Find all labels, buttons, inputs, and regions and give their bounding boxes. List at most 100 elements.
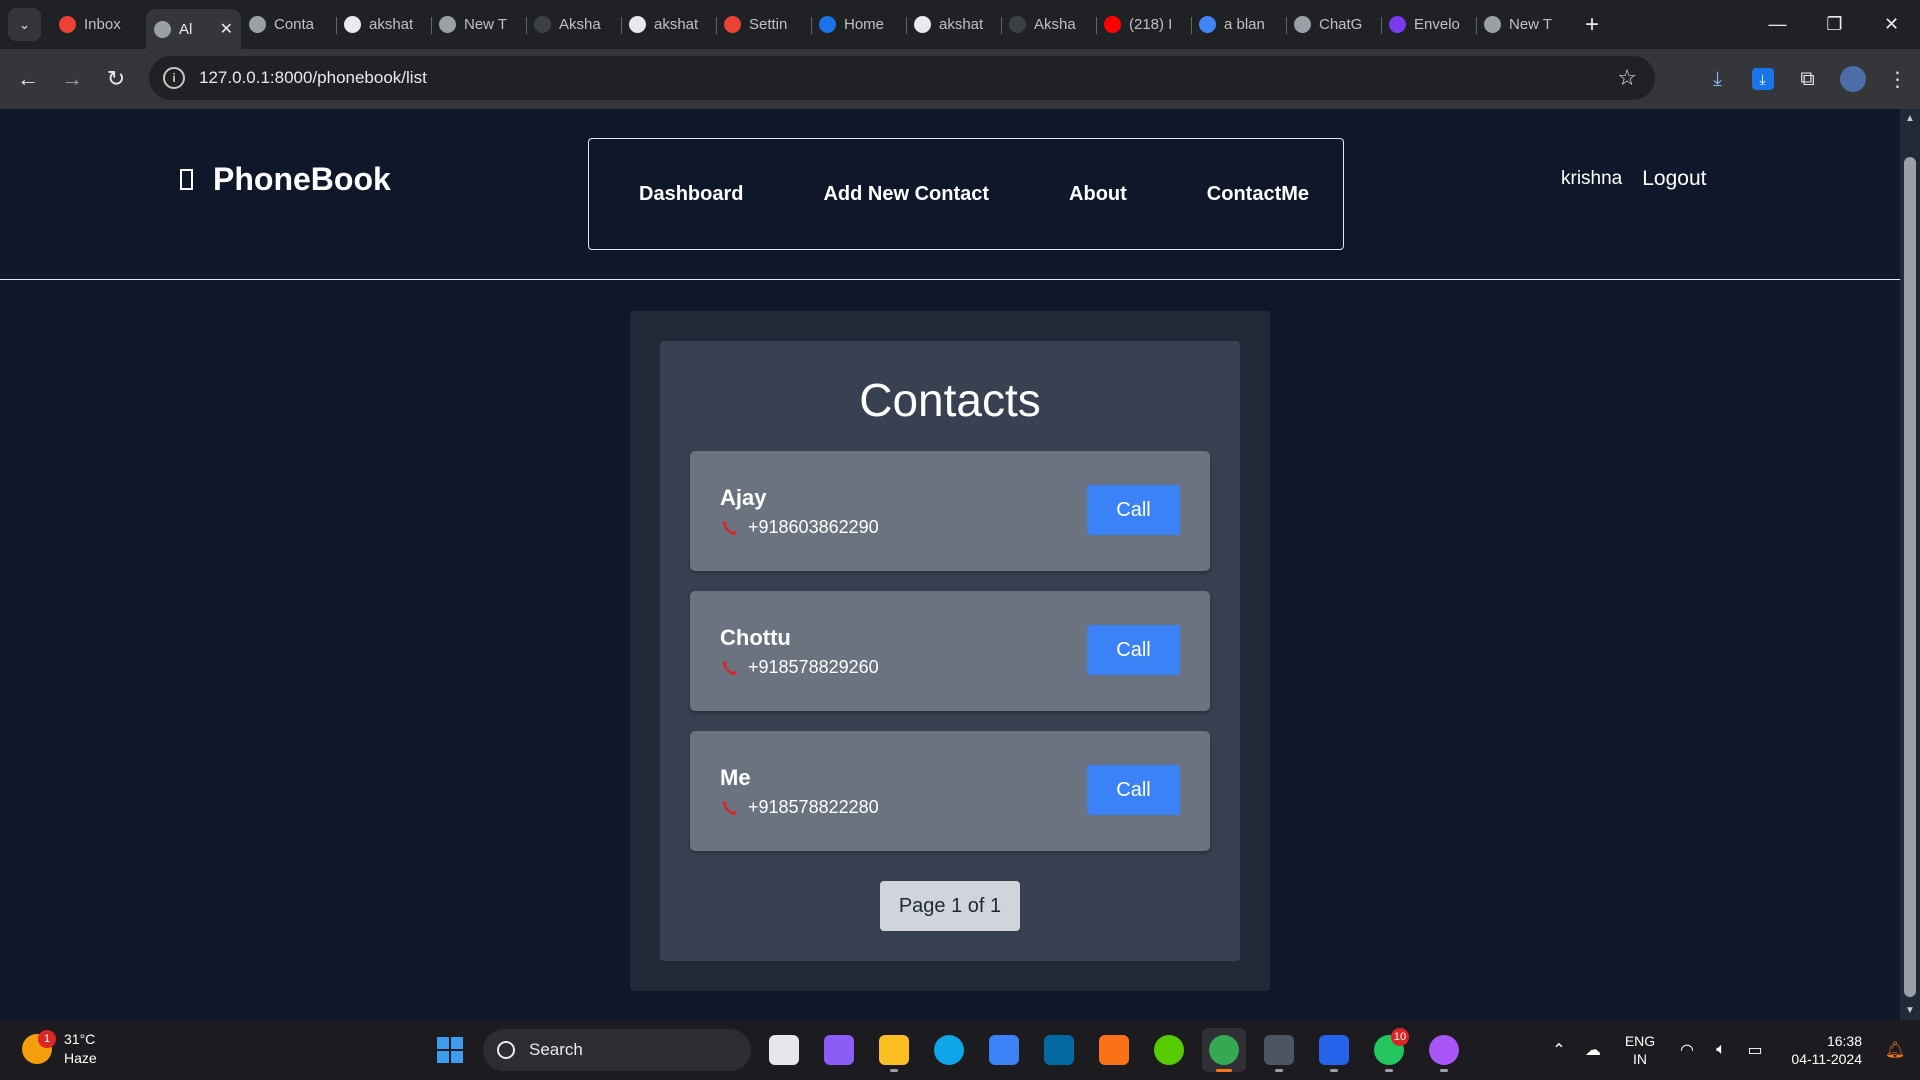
medium-icon: [1009, 16, 1026, 33]
browser-tab[interactable]: Settin: [716, 8, 811, 42]
new-tab-button[interactable]: +: [1585, 11, 1599, 39]
address-bar[interactable]: i 127.0.0.1:8000/phonebook/list ☆: [149, 56, 1655, 100]
onedrive-cloud-icon[interactable]: ☁: [1576, 1040, 1610, 1060]
taskbar-app-whatsapp[interactable]: 10: [1367, 1028, 1411, 1072]
taskbar-app-duolingo[interactable]: [1147, 1028, 1191, 1072]
taskbar-app-outlook[interactable]: [1037, 1028, 1081, 1072]
weather-widget[interactable]: 1 31°C Haze: [22, 1030, 97, 1068]
tab-title: akshat: [654, 16, 699, 33]
forward-button[interactable]: →: [50, 57, 94, 101]
file-explorer-icon: [879, 1035, 909, 1065]
volume-icon[interactable]: 🔈︎: [1704, 1041, 1738, 1059]
browser-tab[interactable]: Home: [811, 8, 906, 42]
nav-add-new-contact[interactable]: Add New Contact: [823, 183, 989, 206]
tray-overflow-chevron-icon[interactable]: ⌃: [1542, 1040, 1576, 1060]
site-info-icon[interactable]: i: [163, 67, 185, 89]
browser-tab[interactable]: akshat: [621, 8, 716, 42]
browser-tab[interactable]: Envelo: [1381, 8, 1476, 42]
battery-icon[interactable]: ▭: [1738, 1040, 1772, 1060]
user-menu: krishna Logout: [1561, 167, 1706, 191]
scroll-down-arrow-icon[interactable]: ▼: [1900, 1005, 1920, 1016]
main-nav: Dashboard Add New Contact About ContactM…: [588, 138, 1344, 250]
back-button[interactable]: ←: [6, 57, 50, 101]
scroll-up-arrow-icon[interactable]: ▲: [1900, 113, 1920, 124]
taskbar-search[interactable]: Search: [483, 1029, 751, 1071]
address-bar-url[interactable]: 127.0.0.1:8000/phonebook/list: [199, 68, 427, 88]
tab-title: Aksha: [1034, 16, 1076, 33]
page-scrollbar[interactable]: ▲ ▼: [1900, 109, 1920, 1020]
taskbar-app-microsoft-store[interactable]: [982, 1028, 1026, 1072]
taskbar-app-chrome-profile[interactable]: [1422, 1028, 1466, 1072]
search-icon: [497, 1041, 515, 1059]
downloads-panel-icon[interactable]: ⤓: [1740, 57, 1785, 101]
phone-book-logo-icon: [180, 169, 193, 190]
bookmark-star-icon[interactable]: ☆: [1617, 65, 1637, 91]
tab-title: Settin: [749, 16, 788, 33]
browser-tab[interactable]: akshat: [906, 8, 1001, 42]
download-icon[interactable]: ⤓: [1695, 57, 1740, 101]
browser-tab[interactable]: New T: [1476, 8, 1571, 42]
task-view-icon: [769, 1035, 799, 1065]
minimize-button[interactable]: —: [1749, 0, 1806, 49]
terminal-icon: [1264, 1035, 1294, 1065]
extensions-icon[interactable]: ⧉: [1785, 57, 1830, 101]
reload-button[interactable]: ↻: [94, 57, 138, 101]
taskbar-app-terminal[interactable]: [1257, 1028, 1301, 1072]
taskbar-app-task-view[interactable]: [762, 1028, 806, 1072]
call-button[interactable]: Call: [1087, 625, 1180, 675]
taskbar-app-vscode[interactable]: [1312, 1028, 1356, 1072]
browser-tab[interactable]: Aksha: [526, 8, 621, 42]
close-window-button[interactable]: ✕: [1863, 0, 1920, 49]
browser-tab[interactable]: Aksha: [1001, 8, 1096, 42]
contact-phone-number: +918603862290: [748, 517, 879, 537]
tab-search-button[interactable]: ⌄: [8, 8, 41, 41]
browser-tab[interactable]: (218) I: [1096, 8, 1191, 42]
gmail-icon: [59, 16, 76, 33]
language-indicator[interactable]: ENG IN: [1610, 1032, 1670, 1068]
notification-bell-icon[interactable]: 🔔︎: [1878, 1040, 1912, 1060]
chrome-icon: [439, 16, 456, 33]
wifi-icon[interactable]: ◠: [1670, 1040, 1704, 1060]
browser-tab[interactable]: a blan: [1191, 8, 1286, 42]
duolingo-icon: [1154, 1035, 1184, 1065]
start-button[interactable]: [428, 1028, 472, 1072]
site-brand[interactable]: PhoneBook: [180, 161, 391, 198]
browser-tab[interactable]: Al ✕: [146, 9, 241, 49]
taskbar-app-file-explorer[interactable]: [872, 1028, 916, 1072]
browser-tab[interactable]: ChatG: [1286, 8, 1381, 42]
browser-toolbar: ← → ↻ i 127.0.0.1:8000/phonebook/list ☆ …: [0, 49, 1920, 109]
clock[interactable]: 16:38 04-11-2024: [1772, 1032, 1862, 1068]
weather-condition: Haze: [64, 1050, 97, 1066]
taskbar-app-edge[interactable]: [927, 1028, 971, 1072]
page-viewport: PhoneBook Dashboard Add New Contact Abou…: [0, 109, 1900, 1020]
browser-tab[interactable]: Inbox: [51, 8, 146, 42]
running-indicator: [1330, 1069, 1338, 1072]
restore-button[interactable]: ❐: [1806, 0, 1863, 49]
taskbar-app-copilot[interactable]: [817, 1028, 861, 1072]
browser-menu-icon[interactable]: ⋮: [1875, 57, 1920, 101]
call-button[interactable]: Call: [1087, 765, 1180, 815]
logout-link[interactable]: Logout: [1642, 167, 1706, 191]
region-code: IN: [1633, 1051, 1647, 1067]
running-indicator: [1440, 1069, 1448, 1072]
taskbar-app-brave[interactable]: [1092, 1028, 1136, 1072]
globe-icon: [249, 16, 266, 33]
google-icon: [1199, 16, 1216, 33]
nav-contact-me[interactable]: ContactMe: [1207, 183, 1309, 206]
tab-title: akshat: [369, 16, 414, 33]
profile-avatar[interactable]: [1830, 57, 1875, 101]
taskbar-app-chrome[interactable]: [1202, 1028, 1246, 1072]
tab-title: Al: [179, 20, 193, 38]
copilot-icon: [824, 1035, 854, 1065]
nav-dashboard[interactable]: Dashboard: [639, 183, 743, 206]
browser-tab[interactable]: New T: [431, 8, 526, 42]
brand-name: PhoneBook: [213, 161, 391, 197]
chrome-icon: [1484, 16, 1501, 33]
scrollbar-thumb[interactable]: [1904, 157, 1916, 997]
browser-tab[interactable]: akshat: [336, 8, 431, 42]
close-tab-icon[interactable]: ✕: [220, 19, 233, 39]
chrome-icon: [1209, 1035, 1239, 1065]
nav-about[interactable]: About: [1069, 183, 1127, 206]
browser-tab[interactable]: Conta: [241, 8, 336, 42]
call-button[interactable]: Call: [1087, 485, 1180, 535]
